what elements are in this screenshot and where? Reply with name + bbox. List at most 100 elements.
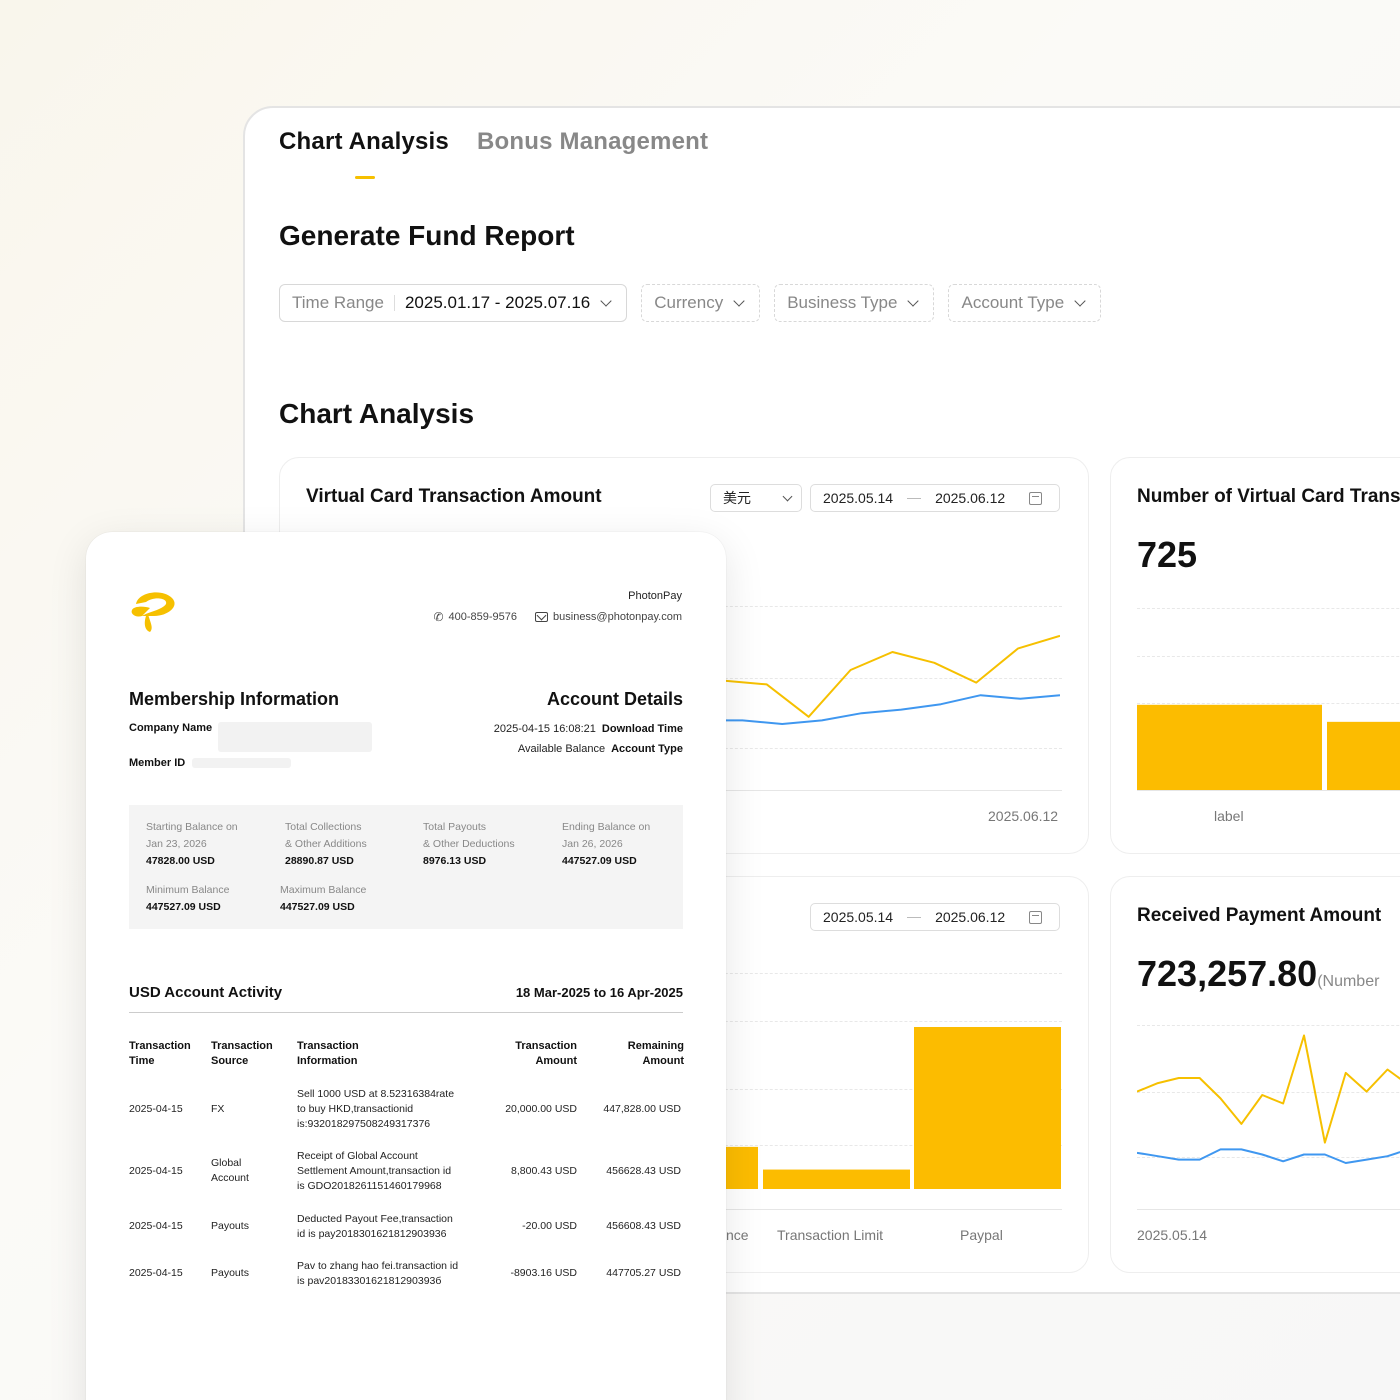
time-range-value: 2025.01.17 - 2025.07.16 [404, 293, 591, 312]
filter-bar: Time Range 2025.01.17 - 2025.07.16 Curre… [279, 284, 1102, 322]
photonpay-logo-icon [131, 592, 175, 632]
x-axis [1137, 790, 1400, 791]
series-line-1 [1137, 1148, 1400, 1164]
bar-2 [914, 1027, 1061, 1189]
membership-title: Membership Information [129, 689, 340, 709]
summary-label: Ending Balance on [562, 821, 651, 833]
header-line: Transaction [297, 1040, 359, 1052]
currency-filter-label: Currency [654, 293, 724, 312]
date-range-picker[interactable]: 2025.05.14 2025.06.12 [810, 484, 1060, 512]
info-line: Deducted Payout Fee,transaction [297, 1213, 453, 1225]
info-line: Sell 1000 USD at 8.52316384rate [297, 1088, 455, 1100]
vc-count-card: Number of Virtual Card Trans 725 label [1110, 457, 1400, 854]
starting-balance: Starting Balance on Jan 23, 2026 47828.0… [146, 819, 238, 870]
row-info: Sell 1000 USD at 8.52316384rate to buy HK… [297, 1087, 454, 1132]
summary-value: 447527.09 USD [280, 901, 355, 913]
info-line: is GDO2018261151460179968 [297, 1180, 442, 1192]
chart-section-title: Chart Analysis [279, 398, 475, 429]
row-amount: -8903.16 USD [510, 1267, 577, 1279]
contact-info: ✆ 400-859-9576 business@photonpay.com [433, 610, 682, 624]
x-axis-label-end: 2025.06.12 [988, 808, 1059, 824]
header-line: Transaction [515, 1040, 577, 1052]
bar-0 [1137, 704, 1322, 790]
series-line-0 [1137, 1034, 1400, 1144]
row-remaining: 447705.27 USD [606, 1267, 681, 1279]
info-line: Pav to zhang hao fei.transaction id [297, 1260, 459, 1272]
minimum-balance: Minimum Balance 447527.09 USD [146, 882, 229, 916]
grid-line [1137, 608, 1400, 609]
header-line: Amount [642, 1055, 684, 1067]
info-line: id is pay2018301621812903936 [297, 1228, 447, 1240]
chevron-down-icon [1074, 295, 1086, 307]
bar-label: Paypal [960, 1227, 1003, 1243]
date-end: 2025.06.12 [935, 909, 1006, 925]
date-separator [907, 497, 922, 499]
header-line: Time [129, 1055, 155, 1067]
currency-select[interactable]: 美元 [710, 484, 802, 512]
bar-label: Transaction Limit [777, 1227, 884, 1243]
ending-balance: Ending Balance on Jan 26, 2026 447527.09… [562, 819, 650, 870]
card-title: Virtual Card Transaction Amount [306, 486, 602, 507]
download-time-label: Download Time [601, 723, 683, 735]
account-type-value: Available Balance [517, 743, 606, 755]
grid-line [1137, 1025, 1400, 1026]
col-header-time: Transaction Time [129, 1039, 191, 1069]
summary-label: Starting Balance on [146, 821, 238, 833]
summary-label: Maximum Balance [280, 884, 367, 896]
date-separator [907, 916, 922, 918]
divider [393, 295, 395, 311]
account-type-label: Account Type [611, 743, 683, 755]
received-payment-value: 723,257.80(Number [1137, 953, 1379, 995]
date-start: 2025.05.14 [823, 490, 894, 506]
header-line: Transaction [211, 1040, 273, 1052]
maximum-balance: Maximum Balance 447527.09 USD [280, 882, 366, 916]
date-end: 2025.06.12 [935, 490, 1006, 506]
row-source: FX [211, 1103, 225, 1115]
received-amount: 723,257.80 [1137, 953, 1318, 994]
info-line: is:932018297508249317376 [297, 1118, 431, 1130]
summary-label: Jan 26, 2026 [562, 838, 623, 850]
date-range-picker[interactable]: 2025.05.14 2025.06.12 [810, 903, 1060, 931]
card-title: Received Payment Amount [1137, 905, 1382, 926]
download-time-row: 2025-04-15 16:08:21 Download Time [494, 723, 683, 735]
screen: Chart Analysis Bonus Management Generate… [0, 0, 1400, 1400]
col-header-source: Transaction Source [211, 1039, 273, 1069]
account-type-filter-label: Account Type [961, 293, 1065, 312]
row-time: 2025-04-15 [129, 1220, 183, 1232]
row-time: 2025-04-15 [129, 1103, 183, 1115]
time-range-filter[interactable]: Time Range 2025.01.17 - 2025.07.16 [279, 284, 628, 322]
info-line: to buy HKD,transactionid [297, 1103, 414, 1115]
tab-chart-analysis[interactable]: Chart Analysis [279, 128, 449, 156]
calendar-icon [1029, 910, 1043, 924]
row-remaining: 456628.43 USD [606, 1165, 681, 1177]
summary-label: & Other Additions [285, 838, 367, 850]
col-header-remaining: Remaining Amount [628, 1039, 684, 1069]
x-axis-label-start: 2025.05.14 [1137, 1227, 1208, 1243]
total-payouts: Total Payouts & Other Deductions 8976.13… [423, 819, 515, 870]
chevron-down-icon [733, 295, 745, 307]
business-type-filter[interactable]: Business Type [774, 284, 935, 322]
bar-1 [763, 1169, 910, 1189]
vc-count-value: 725 [1137, 534, 1198, 575]
tab-bonus-management[interactable]: Bonus Management [477, 128, 708, 156]
summary-label: Total Payouts [423, 821, 487, 833]
row-amount: -20.00 USD [522, 1220, 577, 1232]
chevron-down-icon [907, 295, 920, 307]
row-info: Pav to zhang hao fei.transaction id is pa… [297, 1259, 458, 1289]
row-time: 2025-04-15 [129, 1267, 183, 1279]
received-line-chart [1137, 1034, 1400, 1164]
header-line: Amount [535, 1055, 577, 1067]
tab-bar: Chart Analysis Bonus Management [279, 128, 708, 156]
row-time: 2025-04-15 [129, 1165, 183, 1177]
row-amount: 8,800.43 USD [511, 1165, 577, 1177]
currency-filter[interactable]: Currency [641, 284, 761, 322]
x-axis [1137, 1209, 1400, 1210]
account-type-filter[interactable]: Account Type [948, 284, 1102, 322]
bar-1 [1327, 721, 1400, 790]
col-header-amount: Transaction Amount [515, 1039, 577, 1069]
chevron-down-icon [600, 295, 612, 307]
account-details-title: Account Details [546, 689, 683, 709]
col-header-info: Transaction Information [297, 1039, 359, 1069]
divider [129, 1012, 683, 1013]
company-name: PhotonPay [628, 590, 682, 602]
